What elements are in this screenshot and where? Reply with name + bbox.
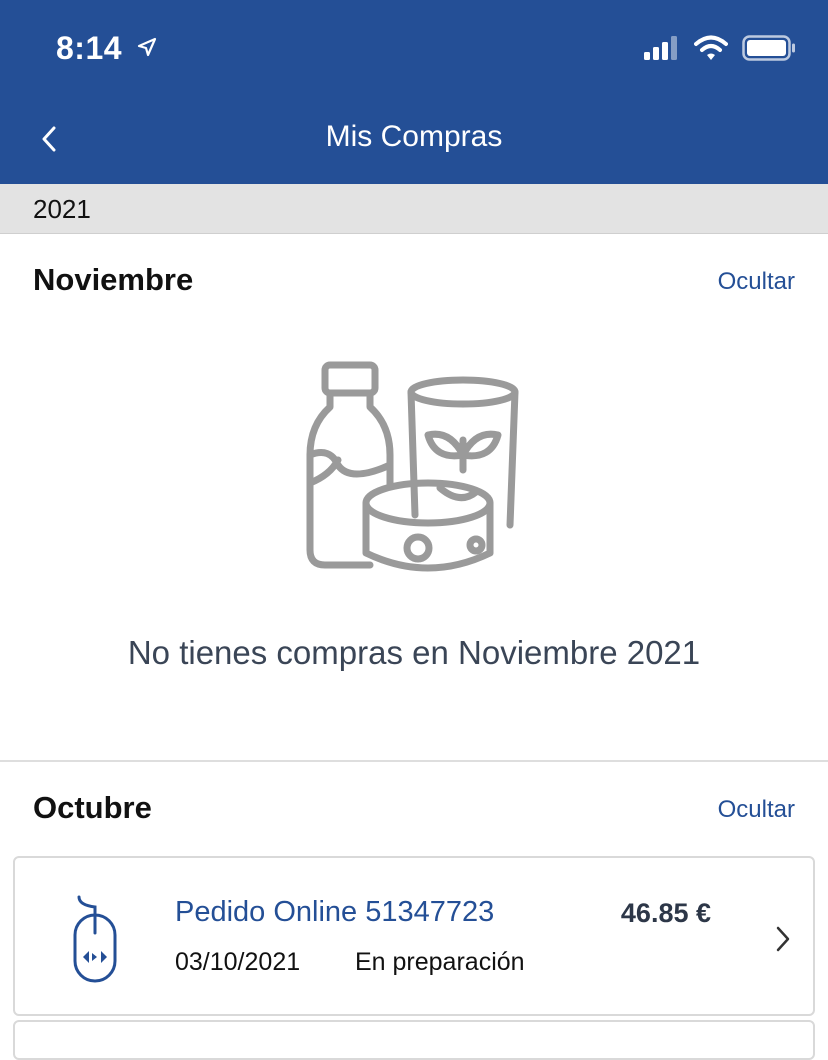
order-status: En preparación [355, 948, 525, 976]
order-price: 46.85 € [620, 898, 711, 928]
status-bar-time: 8:14 [56, 28, 157, 67]
status-bar-indicators [644, 34, 796, 66]
wifi-icon [694, 35, 728, 66]
app-header: 8:14 Mis Compras [0, 0, 828, 184]
online-order-mouse-icon [73, 895, 117, 983]
order-date: 03/10/2021 [175, 948, 301, 976]
month-title-noviembre: Noviembre [33, 262, 194, 297]
order-card[interactable]: Pedido Online 51347723 46.85 € 03/10/202… [13, 856, 815, 1016]
location-arrow-icon [137, 28, 157, 65]
hide-noviembre-link[interactable]: Ocultar [718, 268, 795, 296]
empty-purchases-message: No tienes compras en Noviembre 2021 [127, 634, 701, 671]
hide-octubre-link[interactable]: Ocultar [718, 796, 795, 824]
page-title: Mis Compras [325, 120, 503, 153]
chevron-right-icon [776, 926, 790, 952]
year-section-header: 2021 [0, 184, 828, 234]
section-divider [0, 760, 828, 762]
order-card-partial[interactable] [13, 1020, 815, 1060]
status-time-text: 8:14 [56, 30, 123, 66]
month-title-octubre: Octubre [33, 790, 152, 825]
year-label: 2021 [33, 194, 91, 224]
cellular-signal-icon [644, 35, 680, 65]
order-name[interactable]: Pedido Online 51347723 [175, 896, 494, 929]
empty-groceries-illustration [306, 361, 519, 572]
battery-icon [742, 34, 796, 66]
